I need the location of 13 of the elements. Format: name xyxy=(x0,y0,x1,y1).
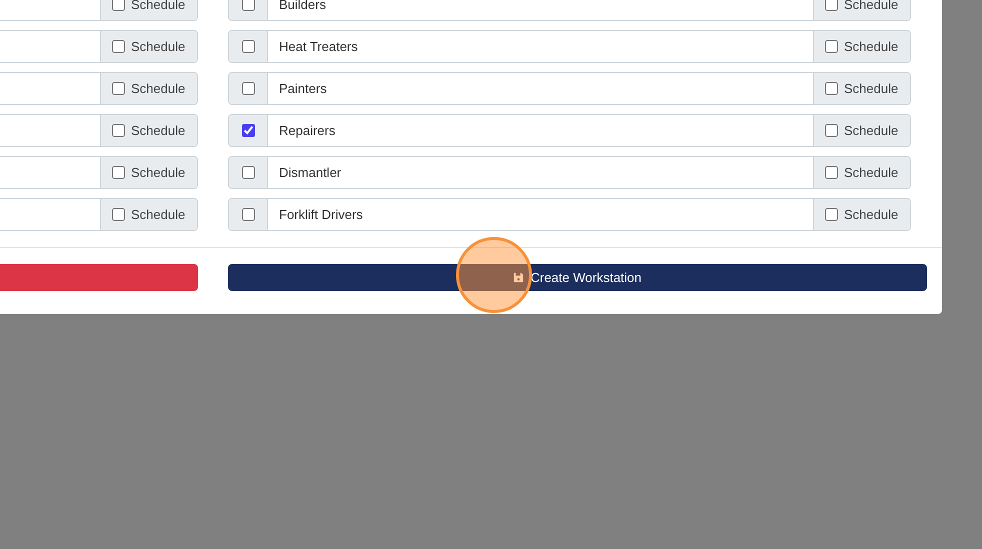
schedule-checkbox[interactable] xyxy=(112,40,125,53)
schedule-checkbox[interactable] xyxy=(112,82,125,95)
schedule-checkbox[interactable] xyxy=(112,0,125,11)
schedule-toggle[interactable]: Schedule xyxy=(100,31,197,62)
schedule-checkbox[interactable] xyxy=(112,166,125,179)
create-button[interactable]: Create Workstation xyxy=(228,264,927,291)
schedule-toggle[interactable]: Schedule xyxy=(100,199,197,230)
schedule-toggle[interactable]: Schedule xyxy=(100,157,197,188)
schedule-checkbox[interactable] xyxy=(112,124,125,137)
schedule-checkbox[interactable] xyxy=(112,208,125,221)
save-icon xyxy=(513,272,524,283)
schedule-toggle[interactable]: Schedule xyxy=(100,115,197,146)
schedule-toggle[interactable]: Schedule xyxy=(100,73,197,104)
